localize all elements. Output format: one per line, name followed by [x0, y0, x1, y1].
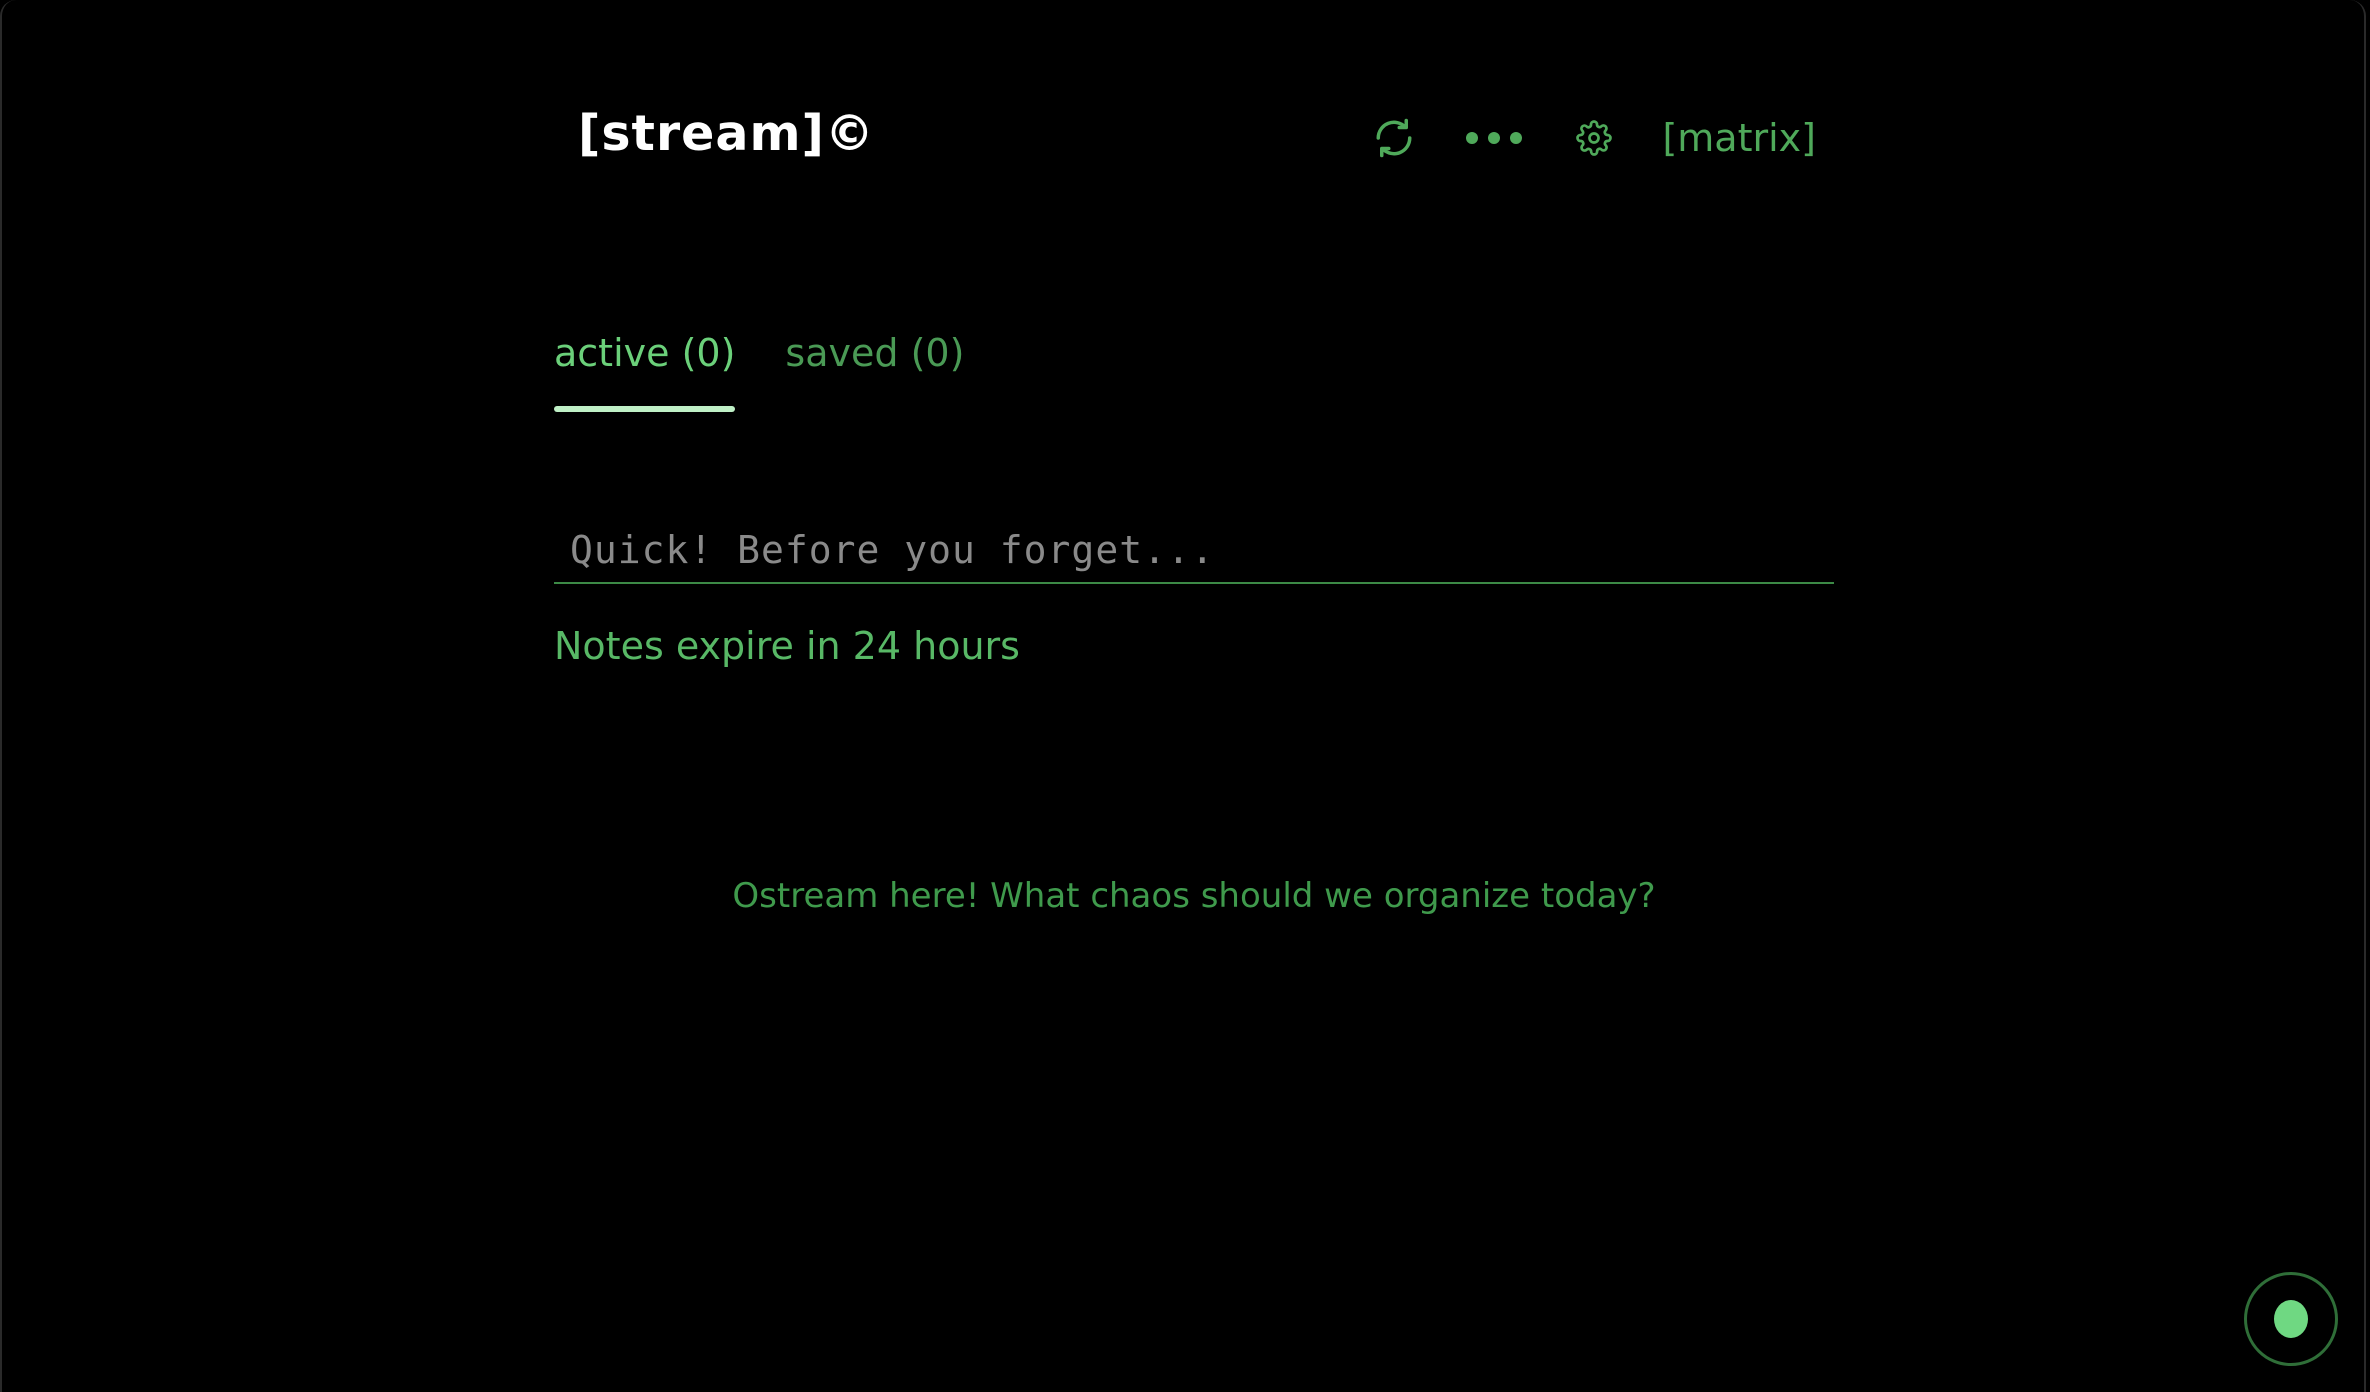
more-options-button[interactable]	[1464, 114, 1524, 162]
refresh-button[interactable]	[1370, 114, 1418, 162]
refresh-icon	[1376, 118, 1412, 158]
gear-icon	[1576, 120, 1613, 156]
tab-saved[interactable]: saved (0)	[785, 322, 964, 412]
expire-notice: Notes expire in 24 hours	[554, 624, 1020, 668]
settings-button[interactable]	[1574, 114, 1614, 162]
more-horizontal-icon	[1466, 132, 1523, 144]
app-logo: [stream]©	[578, 105, 875, 162]
empty-state-message: Ostream here! What chaos should we organ…	[732, 876, 1656, 916]
theme-switcher-link[interactable]: [matrix]	[1662, 116, 1816, 160]
assistant-orb-icon	[2274, 1300, 2308, 1338]
tab-active[interactable]: active (0)	[554, 322, 736, 412]
assistant-button[interactable]	[2244, 1272, 2338, 1366]
quick-note-input[interactable]	[554, 518, 1834, 584]
header-actions: [matrix]	[1370, 108, 1816, 168]
note-tabs: active (0) saved (0)	[554, 322, 964, 412]
window-frame	[0, 0, 2366, 1392]
